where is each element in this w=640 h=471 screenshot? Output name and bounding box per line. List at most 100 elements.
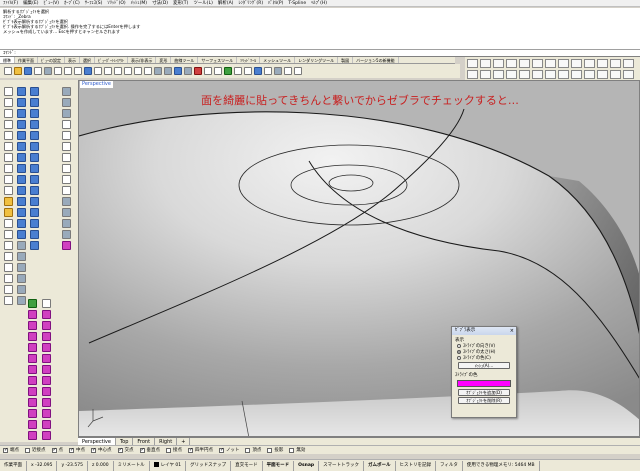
block-icon[interactable] bbox=[61, 109, 71, 118]
sphere-icon[interactable] bbox=[16, 197, 26, 206]
pan-icon[interactable] bbox=[94, 67, 102, 75]
light-icon[interactable] bbox=[204, 67, 212, 75]
filter-toggle[interactable]: フィルタ bbox=[436, 460, 463, 471]
isocurve-icon[interactable] bbox=[558, 70, 569, 79]
boolean-diff-icon[interactable] bbox=[16, 252, 26, 261]
control-points-icon[interactable] bbox=[61, 164, 71, 173]
options-icon[interactable] bbox=[234, 67, 242, 75]
sweep1-icon[interactable] bbox=[16, 142, 26, 151]
cplane-icon[interactable] bbox=[174, 67, 182, 75]
ts-select-icon[interactable] bbox=[41, 299, 51, 308]
ts-split-icon[interactable] bbox=[41, 376, 51, 385]
ortho-toggle[interactable]: 直交モード bbox=[231, 460, 263, 471]
toolbar-tab[interactable]: バージョン5の新機能 bbox=[353, 57, 399, 63]
copy-icon[interactable] bbox=[64, 67, 72, 75]
contour-icon[interactable] bbox=[571, 70, 582, 79]
circle-icon[interactable] bbox=[506, 59, 517, 68]
osnap-checkbox[interactable]: 頂点 bbox=[245, 447, 261, 453]
ts-crease-icon[interactable] bbox=[27, 398, 37, 407]
solid-box-icon[interactable] bbox=[29, 87, 39, 96]
flow-icon[interactable] bbox=[610, 70, 621, 79]
analyze-icon[interactable] bbox=[16, 296, 26, 305]
box-icon[interactable] bbox=[16, 186, 26, 195]
ellipse-icon[interactable] bbox=[519, 59, 530, 68]
text-icon[interactable] bbox=[284, 67, 292, 75]
rebuild-icon[interactable] bbox=[493, 70, 504, 79]
ts-unweld-icon[interactable] bbox=[41, 409, 51, 418]
offset-tool-icon[interactable] bbox=[3, 208, 13, 217]
osnap-checkbox[interactable]: 接点 bbox=[166, 447, 182, 453]
match-icon[interactable] bbox=[519, 70, 530, 79]
grid-snap-toggle[interactable]: グリッドスナップ bbox=[186, 460, 232, 471]
mesh-button[interactable]: ﾒｯｼｭ(A)... bbox=[458, 362, 510, 369]
curve-tool-icon[interactable] bbox=[3, 131, 13, 140]
toolbar-tab[interactable]: ﾋﾞｭｰﾎﾟｰﾄﾚｲｱｳﾄ bbox=[95, 57, 128, 63]
solid-shell-icon[interactable] bbox=[29, 230, 39, 239]
shaded-icon[interactable] bbox=[184, 67, 192, 75]
transform-icon[interactable] bbox=[16, 285, 26, 294]
polygon-tool-icon[interactable] bbox=[3, 175, 13, 184]
history-toggle[interactable]: ヒストリを記録 bbox=[396, 460, 436, 471]
ts-plane-icon[interactable] bbox=[27, 354, 37, 363]
ts-torus-icon[interactable] bbox=[27, 343, 37, 352]
command-line[interactable]: ｺﾏﾝﾄﾞ: bbox=[0, 50, 640, 57]
silhouette-icon[interactable] bbox=[597, 70, 608, 79]
point-icon[interactable] bbox=[3, 98, 13, 107]
join-icon[interactable] bbox=[467, 70, 478, 79]
add-object-button[interactable]: ｵﾌﾞｼﾞｪｸﾄを追加(D) bbox=[458, 389, 510, 396]
blend-icon[interactable] bbox=[506, 70, 517, 79]
viewport-title[interactable]: Perspective bbox=[80, 81, 113, 88]
polyline-tool-icon[interactable] bbox=[3, 120, 13, 129]
solid-fillet-icon[interactable] bbox=[29, 241, 39, 250]
solid-truncated-icon[interactable] bbox=[29, 186, 39, 195]
torus-icon[interactable] bbox=[16, 230, 26, 239]
menu-item[interactable]: ｿﾘｯﾄﾞ(O) bbox=[107, 0, 125, 6]
ts-smooth-icon[interactable] bbox=[41, 321, 51, 330]
select-icon[interactable] bbox=[164, 67, 172, 75]
osnap-checkbox[interactable]: 無効 bbox=[289, 447, 305, 453]
menu-item[interactable]: ﾚﾝﾀﾞﾘﾝｸﾞ(R) bbox=[238, 0, 263, 6]
undo-icon[interactable] bbox=[84, 67, 92, 75]
option-radio[interactable]: ｽﾄﾗｲﾌﾟの色(C) bbox=[452, 355, 516, 361]
menu-item[interactable]: ｶｰﾌﾞ(C) bbox=[64, 0, 80, 6]
ts-box-icon[interactable] bbox=[27, 310, 37, 319]
print-icon[interactable] bbox=[34, 67, 42, 75]
ts-append-icon[interactable] bbox=[41, 365, 51, 374]
osnap-checkbox[interactable]: 端点 bbox=[3, 447, 19, 453]
surface-edge-icon[interactable] bbox=[16, 98, 26, 107]
ts-manipulator-icon[interactable] bbox=[41, 310, 51, 319]
toolbar-tab[interactable]: 作業平面 bbox=[15, 57, 38, 63]
array-icon[interactable] bbox=[3, 296, 13, 305]
solid-slab-icon[interactable] bbox=[29, 208, 39, 217]
ts-delete-icon[interactable] bbox=[27, 387, 37, 396]
planar-toggle[interactable]: 平面モード bbox=[263, 460, 295, 471]
surface-corner-icon[interactable] bbox=[16, 87, 26, 96]
new-file-icon[interactable] bbox=[4, 67, 12, 75]
help-icon[interactable] bbox=[244, 67, 252, 75]
osnap-checkbox[interactable]: 垂直点 bbox=[139, 447, 160, 453]
ts-repair-icon[interactable] bbox=[41, 431, 51, 440]
import-icon[interactable] bbox=[44, 67, 52, 75]
solid-ellipsoid-icon[interactable] bbox=[29, 164, 39, 173]
zoom-window-icon[interactable] bbox=[124, 67, 132, 75]
toolbar-tab[interactable]: レンダリングツール bbox=[295, 57, 339, 63]
polygon-icon[interactable] bbox=[545, 59, 556, 68]
patch-icon[interactable] bbox=[16, 175, 26, 184]
toolbar-tab[interactable]: ﾋﾞｭｰの設定 bbox=[38, 57, 65, 63]
scale-icon[interactable] bbox=[3, 274, 13, 283]
solid-tube-icon[interactable] bbox=[29, 131, 39, 140]
environment-map-icon[interactable] bbox=[61, 230, 71, 239]
unlock-icon[interactable] bbox=[61, 153, 71, 162]
polyline-icon[interactable] bbox=[467, 59, 478, 68]
ts-subdivide-icon[interactable] bbox=[41, 332, 51, 341]
toolbar-tab[interactable]: 曲線ツール bbox=[171, 57, 199, 63]
toolbar-tab[interactable]: 変形 bbox=[156, 57, 172, 63]
toolbar-tab[interactable]: 標準 bbox=[0, 57, 15, 63]
solid-torus-icon[interactable] bbox=[29, 153, 39, 162]
viewport-tab[interactable]: Perspective bbox=[78, 438, 116, 445]
osnap-checkbox[interactable]: 中点 bbox=[69, 447, 85, 453]
properties-icon[interactable] bbox=[214, 67, 222, 75]
edit-points-icon[interactable] bbox=[61, 175, 71, 184]
save-icon[interactable] bbox=[24, 67, 32, 75]
toolbar-tab[interactable]: メッシュツール bbox=[260, 57, 296, 63]
